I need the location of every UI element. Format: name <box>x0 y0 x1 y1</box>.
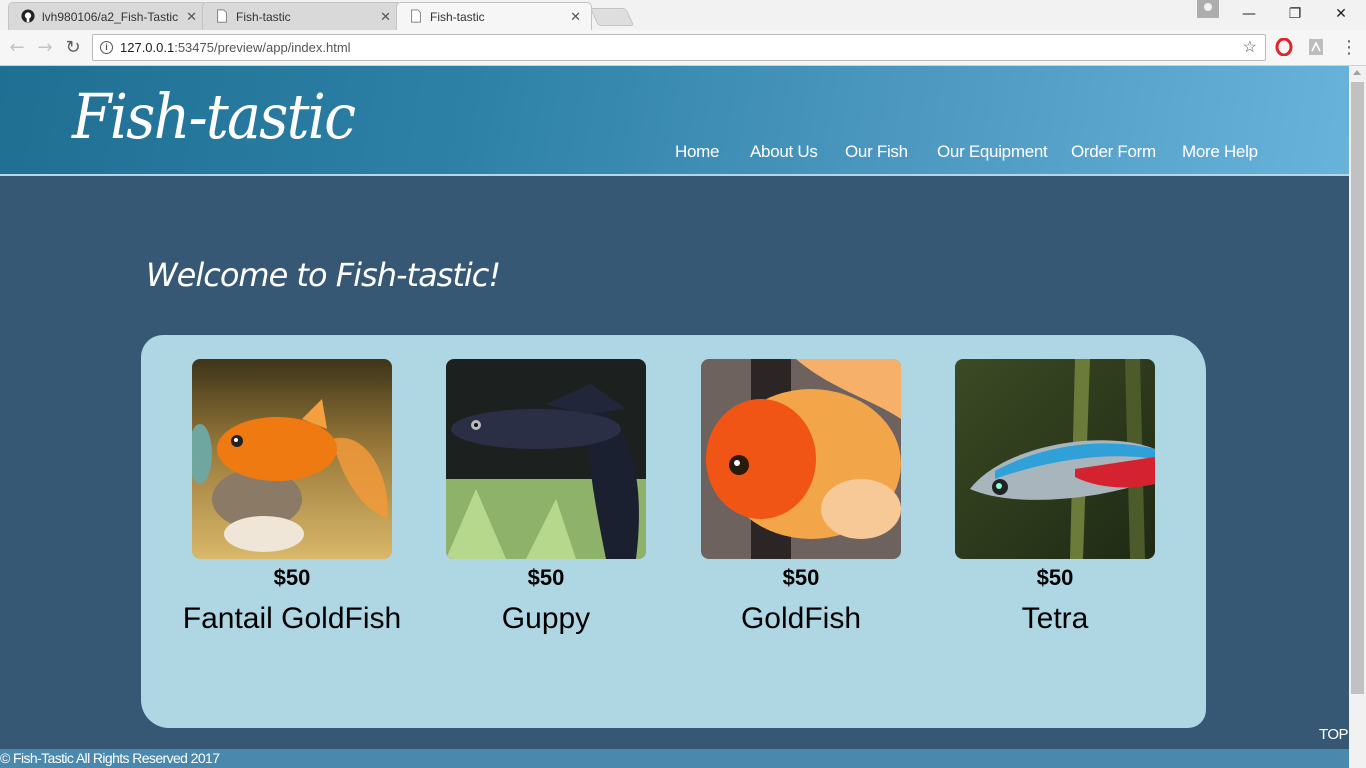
nav-about-us[interactable]: About Us <box>750 142 818 162</box>
scrollbar-thumb[interactable] <box>1351 82 1364 694</box>
github-icon <box>21 9 35 23</box>
opera-extension-icon[interactable] <box>1275 38 1293 56</box>
window-close-button[interactable]: ✕ <box>1318 3 1364 25</box>
back-icon[interactable]: ← <box>6 37 28 59</box>
nav-our-equipment[interactable]: Our Equipment <box>937 142 1048 162</box>
tab-title: Fish-tastic <box>236 10 291 24</box>
url-host: 127.0.0.1 <box>120 40 175 55</box>
product-card[interactable]: $50 Fantail GoldFish <box>167 359 417 659</box>
product-price: $50 <box>782 565 820 590</box>
product-name[interactable]: GoldFish <box>676 602 926 636</box>
product-card[interactable]: $50 Guppy <box>421 359 671 659</box>
reload-icon[interactable]: ↻ <box>62 37 84 59</box>
product-card[interactable]: $50 Tetra <box>930 359 1180 659</box>
restore-button[interactable]: ❐ <box>1272 3 1318 25</box>
product-name[interactable]: Tetra <box>930 602 1180 636</box>
url-text: 127.0.0.1:53475/preview/app/index.html <box>120 35 351 60</box>
product-price: $50 <box>527 565 565 590</box>
product-name[interactable]: Fantail GoldFish <box>167 602 417 636</box>
minimize-button[interactable]: — <box>1226 3 1272 25</box>
scroll-up-icon[interactable] <box>1353 70 1361 75</box>
url-path: :53475/preview/app/index.html <box>174 40 351 55</box>
main-nav: Home About Us Our Fish Our Equipment Ord… <box>0 142 1349 166</box>
fantail-goldfish-image[interactable] <box>192 359 392 559</box>
product-price: $50 <box>273 565 311 590</box>
page-scrollbar[interactable] <box>1349 66 1366 768</box>
product-card[interactable]: $50 GoldFish <box>676 359 926 659</box>
info-icon[interactable]: i <box>100 41 113 54</box>
fish-gallery: $50 Fantail GoldFish $50 Guppy $50 GoldF… <box>141 335 1206 728</box>
user-profile-icon[interactable] <box>1197 0 1219 18</box>
close-icon[interactable]: ✕ <box>570 9 581 25</box>
product-name[interactable]: Guppy <box>421 602 671 636</box>
copyright-text: © Fish-Tastic All Rights Reserved 2017 <box>0 750 220 766</box>
back-to-top-link[interactable]: TOP <box>1319 726 1349 743</box>
document-icon <box>217 9 227 23</box>
tab-github[interactable]: lvh980106/a2_Fish-Tastic ✕ <box>8 2 208 30</box>
site-footer: © Fish-Tastic All Rights Reserved 2017 <box>0 749 1349 768</box>
page-viewport: Fish-tastic Home About Us Our Fish Our E… <box>0 66 1349 768</box>
tab-fish-tastic[interactable]: Fish-tastic ✕ <box>202 2 402 30</box>
close-icon[interactable]: ✕ <box>186 9 197 25</box>
tab-title: lvh980106/a2_Fish-Tastic <box>42 10 179 24</box>
browser-toolbar: ← → ↻ i 127.0.0.1:53475/preview/app/inde… <box>0 30 1366 66</box>
product-price: $50 <box>1036 565 1074 590</box>
pdf-extension-icon[interactable] <box>1307 38 1325 56</box>
browser-tabstrip: lvh980106/a2_Fish-Tastic ✕ Fish-tastic ✕… <box>0 0 1366 30</box>
nav-our-fish[interactable]: Our Fish <box>845 142 908 162</box>
site-header: Fish-tastic Home About Us Our Fish Our E… <box>0 66 1349 176</box>
address-bar[interactable]: i 127.0.0.1:53475/preview/app/index.html… <box>92 34 1266 61</box>
nav-home[interactable]: Home <box>675 142 719 162</box>
document-icon <box>411 9 421 23</box>
goldfish-image[interactable] <box>701 359 901 559</box>
guppy-image[interactable] <box>446 359 646 559</box>
welcome-heading: Welcome to Fish-tastic! <box>146 256 501 294</box>
new-tab-button[interactable] <box>589 8 635 26</box>
forward-icon[interactable]: → <box>34 37 56 59</box>
nav-more-help[interactable]: More Help <box>1182 142 1258 162</box>
tetra-image[interactable] <box>955 359 1155 559</box>
tab-fish-tastic-active[interactable]: Fish-tastic ✕ <box>396 2 592 30</box>
bookmark-star-icon[interactable]: ☆ <box>1243 35 1257 60</box>
tab-title: Fish-tastic <box>430 10 485 24</box>
nav-order-form[interactable]: Order Form <box>1071 142 1156 162</box>
browser-menu-icon[interactable]: ⋮ <box>1338 37 1360 59</box>
close-icon[interactable]: ✕ <box>380 9 391 25</box>
